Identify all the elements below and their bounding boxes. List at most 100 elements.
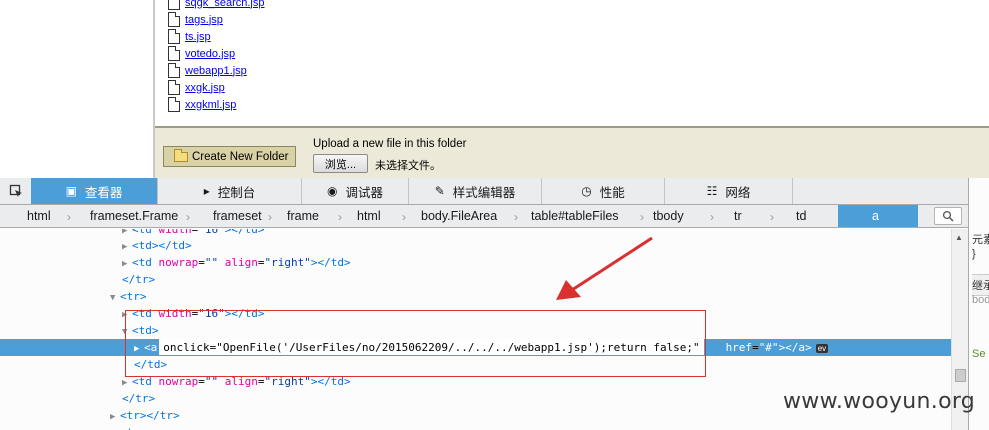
browse-button[interactable]: 浏览... — [313, 154, 368, 173]
file-row: tags.jsp — [168, 11, 265, 28]
search-icon — [942, 210, 954, 222]
file-row: ts.jsp — [168, 28, 265, 45]
tab-label: 样式编辑器 — [452, 185, 516, 200]
breadcrumb-label: frame — [287, 209, 319, 223]
tag: </tr> — [122, 392, 156, 405]
tag: <tr></tr> — [120, 409, 180, 422]
expand-arrow-icon[interactable]: ▶ — [110, 426, 120, 430]
breadcrumb-label: html — [27, 209, 51, 223]
sidepanel-text: 元素 — [972, 234, 989, 246]
watermark: www.wooyun.org — [783, 389, 976, 414]
markup-line[interactable]: ▶ <td nowrap="" align="right"></td> — [0, 254, 951, 271]
breadcrumb-label: table#tableFiles — [531, 209, 619, 223]
tag: <td></td> — [132, 239, 192, 252]
tab-inspector[interactable]: ▣ 查看器 — [31, 178, 158, 204]
file-link[interactable]: votedo.jsp — [185, 48, 235, 60]
breadcrumb-item[interactable]: frameset.Frame › — [63, 205, 190, 227]
left-frame — [0, 0, 155, 178]
file-link[interactable]: webapp1.jsp — [185, 65, 247, 77]
tag: <tr> — [120, 290, 147, 303]
breadcrumb-item[interactable]: html › — [342, 205, 406, 227]
file-icon — [168, 29, 180, 44]
markup-line[interactable]: ▼ <tr> — [0, 288, 951, 305]
annotation-highlight-box — [125, 310, 706, 377]
breadcrumb-item[interactable]: frame › — [272, 205, 342, 227]
markup-line[interactable]: </tr> — [0, 271, 951, 288]
breadcrumb-item[interactable]: body.FileArea › — [405, 205, 518, 227]
breadcrumb-item[interactable]: tbody › — [643, 205, 714, 227]
markup-line[interactable]: ▶<tr> — [0, 424, 951, 430]
file-icon — [168, 80, 180, 95]
breadcrumb-label: frameset — [213, 209, 262, 223]
create-folder-label: Create New Folder — [192, 150, 289, 163]
file-icon — [168, 63, 180, 78]
tab-debugger[interactable]: ◉ 调试器 — [302, 178, 409, 204]
attr-name: href — [725, 341, 753, 354]
tab-console[interactable]: ▸ 控制台 — [158, 178, 302, 204]
breadcrumb-item[interactable]: td — [773, 205, 838, 227]
scroll-up-icon[interactable]: ▲ — [955, 233, 963, 242]
file-row: votedo.jsp — [168, 45, 265, 62]
tag: ></td> — [310, 256, 351, 269]
breadcrumb-item[interactable]: html › — [0, 205, 71, 227]
attr-name: align — [224, 256, 258, 269]
file-link[interactable]: ts.jsp — [185, 31, 211, 43]
tag: <td — [132, 256, 152, 269]
network-icon: ☷ — [706, 184, 718, 198]
debugger-icon: ◉ — [327, 184, 338, 198]
breadcrumb-item[interactable]: tr › — [713, 205, 774, 227]
event-badge[interactable]: ev — [815, 343, 829, 353]
breadcrumb-label: tr — [734, 209, 742, 223]
element-picker-button[interactable] — [0, 178, 31, 204]
sidepanel-text: body — [972, 294, 989, 306]
attr-value: "" — [204, 256, 219, 269]
create-folder-button[interactable]: Create New Folder — [163, 146, 296, 167]
breadcrumb: html › frameset.Frame › frameset › frame › h… — [0, 205, 989, 228]
console-icon: ▸ — [203, 184, 210, 198]
breadcrumb-item[interactable]: table#tableFiles › — [518, 205, 644, 227]
scrollbar-thumb[interactable] — [955, 369, 966, 382]
file-list: sqgk_search.jsp tags.jsp ts.jsp votedo.j… — [168, 0, 265, 113]
breadcrumb-label: body.FileArea — [421, 209, 498, 223]
tab-style-editor[interactable]: ✎ 样式编辑器 — [409, 178, 542, 204]
file-link[interactable]: tags.jsp — [185, 14, 223, 26]
breadcrumb-items: html › frameset.Frame › frameset › frame › h… — [0, 205, 918, 227]
attr-value: "right" — [264, 256, 311, 269]
file-row: sqgk_search.jsp — [168, 0, 265, 11]
tab-label: 查看器 — [84, 185, 123, 200]
tab-label: 性能 — [599, 185, 625, 200]
upload-panel: Create New Folder Upload a new file in t… — [155, 126, 989, 178]
file-row: xxgkml.jsp — [168, 96, 265, 113]
file-link[interactable]: xxgkml.jsp — [185, 99, 236, 111]
tag: </tr> — [122, 273, 156, 286]
file-link[interactable]: sqgk_search.jsp — [185, 0, 265, 9]
sidepanel-text: Se — [972, 348, 986, 360]
tab-performance[interactable]: ◷ 性能 — [542, 178, 665, 204]
file-link[interactable]: xxgk.jsp — [185, 82, 225, 94]
element-picker-icon — [9, 184, 22, 197]
style-editor-icon: ✎ — [434, 184, 445, 198]
sidepanel-heading: 继承 — [972, 274, 989, 296]
search-button[interactable] — [934, 207, 962, 225]
attr-name: width — [158, 229, 192, 236]
breadcrumb-label: td — [796, 209, 807, 223]
file-icon — [168, 46, 180, 61]
tab-label: 控制台 — [217, 185, 256, 200]
attr-name: nowrap — [158, 256, 199, 269]
no-file-selected-text: 未选择文件。 — [375, 160, 441, 172]
sidepanel-text: } — [972, 248, 976, 260]
breadcrumb-label: a — [872, 209, 879, 223]
folder-icon — [174, 148, 188, 162]
file-row: webapp1.jsp — [168, 62, 265, 79]
tag: ></a> — [778, 341, 812, 354]
breadcrumb-label: frameset.Frame — [90, 209, 179, 223]
devtools-toolbar: ▣ 查看器 ▸ 控制台 ◉ 调试器 ✎ 样式编辑器 ◷ 性能 ☷ 网络 — [0, 178, 989, 205]
attr-value: "16" — [198, 229, 225, 236]
breadcrumb-item[interactable]: frameset › — [186, 205, 272, 227]
tab-label: 调试器 — [345, 185, 383, 200]
file-icon — [168, 97, 180, 112]
tab-network[interactable]: ☷ 网络 — [665, 178, 793, 204]
markup-line[interactable]: ▶ <td></td> — [0, 237, 951, 254]
file-row: xxgk.jsp — [168, 79, 265, 96]
breadcrumb-item-active[interactable]: a — [838, 205, 918, 227]
